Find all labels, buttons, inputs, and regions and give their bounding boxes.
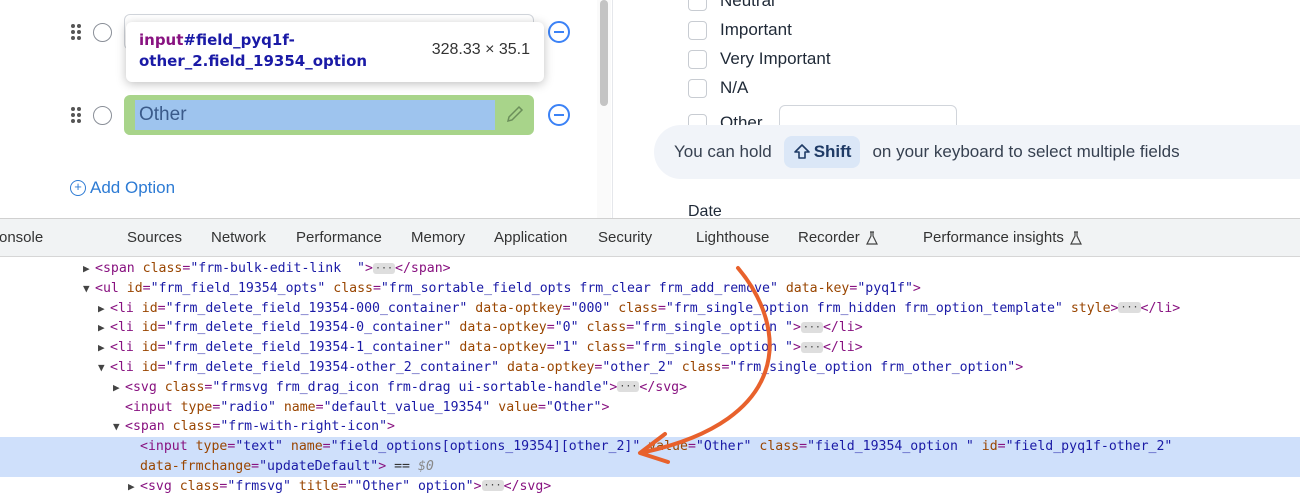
checkbox[interactable]: [688, 78, 707, 98]
checkbox[interactable]: [688, 20, 707, 40]
option-value: Other: [135, 100, 495, 130]
tab-performance-insights-label: Performance insights: [923, 229, 1064, 246]
choice-label: Very Important: [720, 49, 831, 68]
tab-network[interactable]: Network: [211, 229, 266, 246]
drag-handle-icon[interactable]: [71, 107, 81, 123]
choice-label: Important: [720, 20, 792, 39]
collapse-triangle-icon[interactable]: ▼: [113, 417, 120, 437]
dom-node-markup: data-frmchange="updateDefault"> == $0: [140, 459, 434, 474]
remove-option-icon[interactable]: [548, 21, 570, 43]
drag-handle-icon[interactable]: [71, 24, 81, 40]
hint-text-after: on your keyboard to select multiple fiel…: [872, 142, 1180, 161]
tab-performance-insights[interactable]: Performance insights: [923, 229, 1082, 246]
flask-icon: [1069, 230, 1082, 245]
choice-neutral[interactable]: Neutral: [688, 0, 775, 11]
dom-node-markup: <li id="frm_delete_field_19354-0_contain…: [110, 320, 863, 336]
tab-recorder[interactable]: Recorder: [798, 229, 878, 246]
dom-node-markup: <li id="frm_delete_field_19354-1_contain…: [110, 340, 863, 356]
tab-application[interactable]: Application: [494, 229, 567, 246]
dom-node-markup: <li id="frm_delete_field_19354-other_2_c…: [110, 360, 1024, 375]
expand-triangle-icon[interactable]: ▶: [98, 299, 105, 319]
expand-triangle-icon[interactable]: ▶: [98, 338, 105, 358]
choice-label: N/A: [720, 78, 749, 97]
checkbox[interactable]: [688, 0, 707, 11]
dom-node-line[interactable]: ▶ <li id="frm_delete_field_19354-000_cont…: [0, 299, 1300, 319]
dom-node-line[interactable]: ▶ <span class="frm-bulk-edit-link "> ··· </…: [0, 259, 1300, 279]
expand-triangle-icon[interactable]: ▶: [83, 259, 90, 279]
tab-lighthouse[interactable]: Lighthouse: [696, 229, 769, 246]
dom-node-markup: <ul id="frm_field_19354_opts" class="frm…: [95, 280, 921, 296]
date-field-label: Date: [688, 203, 722, 218]
tab-sources[interactable]: Sources: [127, 229, 182, 246]
choice-important[interactable]: Important: [688, 20, 792, 40]
shift-hint-banner: You can hold Shift on your keyboard to s…: [654, 125, 1300, 179]
remove-option-icon[interactable]: [548, 104, 570, 126]
dom-node-line-selected[interactable]: data-frmchange="updateDefault"> == $0: [0, 457, 1300, 477]
hint-text-before: You can hold: [674, 142, 772, 161]
dom-node-markup: <svg class="frmsvg frm_drag_icon frm-dra…: [125, 379, 688, 395]
dom-node-markup: <span class="frm-bulk-edit-link "> ··· </s…: [95, 261, 451, 276]
expand-triangle-icon[interactable]: ▶: [98, 318, 105, 338]
dom-node-line[interactable]: ▼ <ul id="frm_field_19354_opts" class="fr…: [0, 279, 1300, 299]
tab-performance[interactable]: Performance: [296, 229, 382, 246]
dom-node-markup: <span class="frm-with-right-icon">: [125, 419, 395, 435]
dom-node-markup: <li id="frm_delete_field_19354-000_conta…: [110, 300, 1181, 316]
choice-label: Neutral: [720, 0, 775, 10]
add-circle-icon: +: [70, 180, 86, 196]
choice-na[interactable]: N/A: [688, 78, 748, 98]
dom-node-markup: <svg class="frmsvg" title=""Other" optio…: [140, 478, 552, 494]
expand-triangle-icon[interactable]: ▶: [113, 378, 120, 398]
add-option-link[interactable]: + Add Option: [70, 178, 175, 198]
dom-node-line[interactable]: ▶ <svg class="frmsvg" title=""Other" opti…: [0, 477, 1300, 497]
tab-console[interactable]: onsole: [0, 229, 43, 246]
shift-key-label: Shift: [813, 142, 852, 161]
tooltip-selector: input#field_pyq1f-other_2.field_19354_op…: [139, 30, 419, 72]
collapse-triangle-icon[interactable]: ▼: [83, 279, 90, 299]
choice-very-important[interactable]: Very Important: [688, 49, 831, 69]
devtools-tabbar: onsole Sources Network Performance Memor…: [0, 219, 1300, 257]
tab-security[interactable]: Security: [598, 229, 652, 246]
dom-node-markup: <input type="radio" name="default_value_…: [125, 399, 610, 415]
dom-node-line[interactable]: ▶ <svg class="frmsvg frm_drag_icon frm-dr…: [0, 378, 1300, 398]
dom-node-line[interactable]: ▶ <li id="frm_delete_field_19354-0_contai…: [0, 318, 1300, 338]
default-radio[interactable]: [93, 105, 112, 125]
form-builder-area: Other + Add Option input#field_pyq1f-oth…: [0, 0, 1300, 218]
tab-memory[interactable]: Memory: [411, 229, 465, 246]
element-inspector-tooltip: input#field_pyq1f-other_2.field_19354_op…: [126, 22, 544, 82]
tooltip-tag: input: [139, 31, 184, 49]
dom-node-line[interactable]: ▶ <li id="frm_delete_field_19354-1_contai…: [0, 338, 1300, 358]
collapse-triangle-icon[interactable]: ▼: [98, 358, 105, 378]
scrollbar-thumb[interactable]: [600, 0, 608, 106]
shift-key-badge: Shift: [783, 136, 861, 168]
dom-node-line[interactable]: <input type="radio" name="default_value_…: [0, 398, 1300, 418]
shift-icon: [793, 144, 810, 159]
add-option-label: Add Option: [90, 178, 176, 197]
dom-node-line-selected[interactable]: <input type="text" name="field_options[o…: [0, 437, 1300, 458]
dom-node-line[interactable]: ▼ <span class="frm-with-right-icon">: [0, 417, 1300, 437]
panel-divider: [612, 0, 613, 218]
flask-icon: [865, 230, 878, 245]
checkbox[interactable]: [688, 49, 707, 69]
other-option-input[interactable]: Other: [124, 95, 534, 135]
tooltip-dimensions: 328.33 × 35.1: [431, 41, 530, 58]
tab-recorder-label: Recorder: [798, 229, 860, 246]
expand-triangle-icon[interactable]: ▶: [128, 477, 135, 497]
option-row-other: Other: [71, 95, 570, 135]
default-radio[interactable]: [93, 22, 112, 42]
pencil-icon[interactable]: [505, 104, 525, 124]
dom-node-markup: <input type="text" name="field_options[o…: [140, 439, 1173, 455]
dom-node-line[interactable]: ▼ <li id="frm_delete_field_19354-other_2_…: [0, 358, 1300, 378]
devtools-panel: onsole Sources Network Performance Memor…: [0, 218, 1300, 500]
